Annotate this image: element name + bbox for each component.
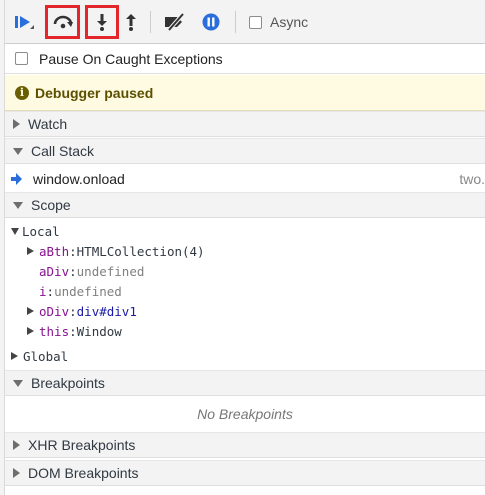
section-call-stack-label: Call Stack — [31, 143, 95, 159]
property-value: undefined — [54, 283, 122, 299]
deactivate-breakpoints-button[interactable] — [162, 9, 188, 35]
section-dom-label: DOM Breakpoints — [28, 465, 139, 481]
scope-global-label: Global — [23, 348, 69, 364]
call-frame-location[interactable]: two. — [459, 171, 485, 187]
async-label: Async — [270, 14, 309, 30]
collapsed-triangle-icon — [27, 307, 34, 315]
deactivate-breakpoints-icon — [165, 13, 185, 31]
step-out-button[interactable] — [118, 9, 144, 35]
expand-triangle-icon — [13, 119, 20, 129]
section-scope[interactable]: Scope — [5, 192, 485, 218]
scope-global[interactable]: Global — [11, 346, 68, 366]
section-watch-label: Watch — [28, 116, 68, 132]
property-separator: : — [69, 243, 77, 259]
call-frame-name: window.onload — [33, 171, 125, 187]
property-name: aBth — [39, 243, 70, 259]
collapsed-triangle-icon — [27, 327, 34, 335]
step-into-icon — [97, 14, 107, 31]
section-breakpoints[interactable]: Breakpoints — [5, 370, 485, 396]
collapsed-triangle-icon — [27, 247, 34, 255]
async-checkbox[interactable] — [249, 15, 262, 29]
property-value: Window — [76, 323, 122, 339]
toolbar-separator — [150, 11, 151, 33]
scope-local[interactable]: Local — [11, 221, 60, 241]
info-icon: i — [15, 85, 29, 100]
property-value: div#div1 — [76, 303, 137, 319]
pause-on-exceptions-icon — [202, 13, 220, 31]
resume-icon — [15, 16, 34, 29]
debugger-toolbar: Async — [5, 0, 485, 44]
property-name: aDiv — [39, 263, 70, 279]
current-frame-arrow-icon — [11, 173, 22, 185]
section-watch[interactable]: Watch — [5, 111, 485, 137]
property-name: i — [39, 283, 47, 299]
expanded-triangle-icon — [11, 227, 19, 235]
property-value: HTMLCollection(4) — [76, 243, 205, 259]
property-separator: : — [69, 323, 77, 339]
call-frame[interactable]: window.onload two. — [5, 165, 485, 193]
section-dom-breakpoints[interactable]: DOM Breakpoints — [5, 460, 485, 486]
async-toggle[interactable]: Async — [249, 14, 308, 30]
step-over-button[interactable] — [50, 9, 76, 35]
section-xhr-label: XHR Breakpoints — [28, 437, 136, 453]
expand-triangle-icon — [13, 468, 20, 478]
pause-on-caught-row[interactable]: Pause On Caught Exceptions — [5, 44, 485, 74]
section-xhr-breakpoints[interactable]: XHR Breakpoints — [5, 432, 485, 458]
pause-on-caught-checkbox[interactable] — [15, 52, 28, 65]
scope-local-label: Local — [22, 223, 60, 239]
property-name: this — [39, 323, 70, 339]
pause-on-exceptions-button[interactable] — [198, 9, 224, 35]
collapse-triangle-icon — [13, 379, 23, 387]
banner-text: Debugger paused — [35, 84, 154, 101]
pause-on-caught-label: Pause On Caught Exceptions — [39, 50, 223, 67]
no-breakpoints-message: No Breakpoints — [5, 396, 485, 433]
section-breakpoints-label: Breakpoints — [31, 375, 105, 391]
toolbar-separator — [235, 11, 236, 33]
scope-property[interactable]: aDiv: undefined — [39, 261, 144, 281]
property-separator: : — [69, 303, 77, 319]
debugger-paused-banner: i Debugger paused — [5, 75, 485, 111]
step-over-icon — [53, 15, 73, 29]
property-name: oDiv — [39, 303, 70, 319]
step-into-button[interactable] — [89, 9, 115, 35]
scope-property[interactable]: aBth: HTMLCollection(4) — [27, 241, 205, 261]
property-value: undefined — [76, 263, 145, 279]
collapsed-triangle-icon — [11, 352, 18, 360]
scope-property[interactable]: oDiv: div#div1 — [27, 301, 137, 321]
scope-property[interactable]: i: undefined — [39, 281, 122, 301]
expand-triangle-icon — [13, 440, 20, 450]
property-separator: : — [69, 263, 77, 279]
section-call-stack[interactable]: Call Stack — [5, 138, 485, 164]
collapse-triangle-icon — [13, 201, 23, 209]
step-out-icon — [126, 14, 136, 31]
resume-button[interactable] — [11, 9, 37, 35]
scope-property[interactable]: this: Window — [27, 321, 122, 341]
collapse-triangle-icon — [13, 147, 23, 155]
section-scope-label: Scope — [31, 197, 71, 213]
property-separator: : — [46, 283, 55, 299]
